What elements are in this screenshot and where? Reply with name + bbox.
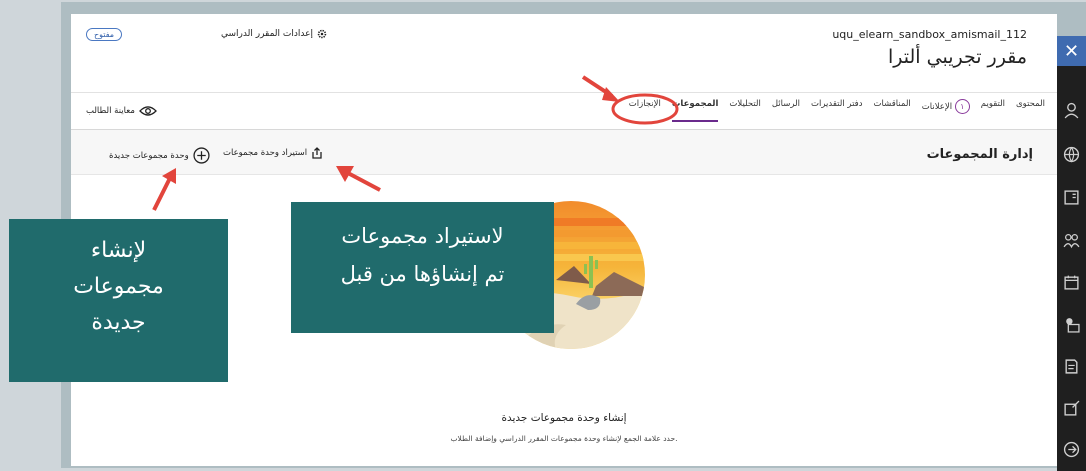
new-group-set-label: وحدة مجموعات جديدة (109, 150, 189, 161)
right-sidebar (1057, 36, 1086, 471)
empty-state-description: حدد علامة الجمع لإنشاء وحدة مجموعات المق… (450, 434, 678, 443)
arrow-to-new-group-button (152, 168, 176, 211)
tab-content[interactable]: المحتوى (1016, 99, 1045, 122)
import-icon (312, 147, 322, 159)
student-preview-button[interactable]: معاينة الطالب (86, 105, 157, 117)
callout-create-groups: لإنشاء مجموعات جديدة (9, 219, 228, 382)
tab-announcements[interactable]: الإعلانات ١ (922, 99, 970, 122)
callout-import-groups: لاستيراد مجموعات تم إنشاؤها من قبل (291, 202, 554, 333)
grades-icon[interactable] (1063, 358, 1080, 375)
globe-icon[interactable] (1063, 146, 1080, 163)
callout-import-line2: تم إنشاؤها من قبل (340, 262, 505, 286)
tab-messages[interactable]: الرسائل (772, 99, 800, 122)
course-settings-link[interactable]: إعدادات المقرر الدراسي (221, 29, 327, 39)
tab-analytics[interactable]: التحليلات (729, 99, 760, 122)
tab-gradebook[interactable]: دفتر التقديرات (811, 99, 863, 122)
calendar-icon[interactable] (1063, 274, 1080, 291)
callout-import-line1: لاستيراد مجموعات (341, 224, 504, 248)
arrow-to-groups-tab (581, 75, 620, 102)
signout-icon[interactable] (1063, 441, 1080, 458)
student-preview-label: معاينة الطالب (86, 106, 135, 116)
status-badge[interactable]: مفتوح (86, 28, 123, 41)
plus-circle-icon (193, 147, 210, 164)
callout-create-line1: لإنشاء (90, 238, 147, 263)
user-icon[interactable] (1063, 102, 1080, 119)
divider (71, 92, 1057, 93)
import-group-set-label: استيراد وحدة مجموعات (223, 148, 308, 158)
course-tabs: المحتوى التقويم الإعلانات ١ المناقشات دف… (629, 99, 1045, 122)
new-group-set-button[interactable]: وحدة مجموعات جديدة (109, 147, 210, 164)
page-title: إدارة المجموعات (926, 147, 1033, 162)
courses-icon[interactable] (1063, 189, 1080, 206)
callout-create-line3: جديدة (91, 310, 146, 335)
course-title: مقرر تجريبي ألترا (888, 46, 1027, 68)
course-id: uqu_elearn_sandbox_amismail_112 (832, 28, 1027, 41)
announcements-count-badge: ١ (954, 99, 970, 114)
course-settings-label: إعدادات المقرر الدراسي (221, 29, 313, 39)
close-button[interactable]: ✕ (1057, 36, 1086, 66)
gear-icon (317, 29, 327, 39)
tab-announcements-label: الإعلانات (921, 102, 953, 112)
import-group-set-button[interactable]: استيراد وحدة مجموعات (223, 147, 323, 159)
callout-create-line2: مجموعات (73, 274, 164, 299)
eye-icon (138, 106, 157, 116)
empty-state-title: إنشاء وحدة مجموعات جديدة (501, 412, 627, 424)
tab-discussions[interactable]: المناقشات (874, 99, 911, 122)
close-icon: ✕ (1063, 40, 1080, 62)
arrow-to-import-button (336, 166, 381, 192)
tab-calendar[interactable]: التقويم (981, 99, 1005, 122)
organizations-icon[interactable] (1063, 232, 1080, 249)
messages-icon[interactable] (1063, 316, 1080, 333)
edit-icon[interactable] (1063, 400, 1080, 417)
groups-toolbar (71, 130, 1057, 175)
